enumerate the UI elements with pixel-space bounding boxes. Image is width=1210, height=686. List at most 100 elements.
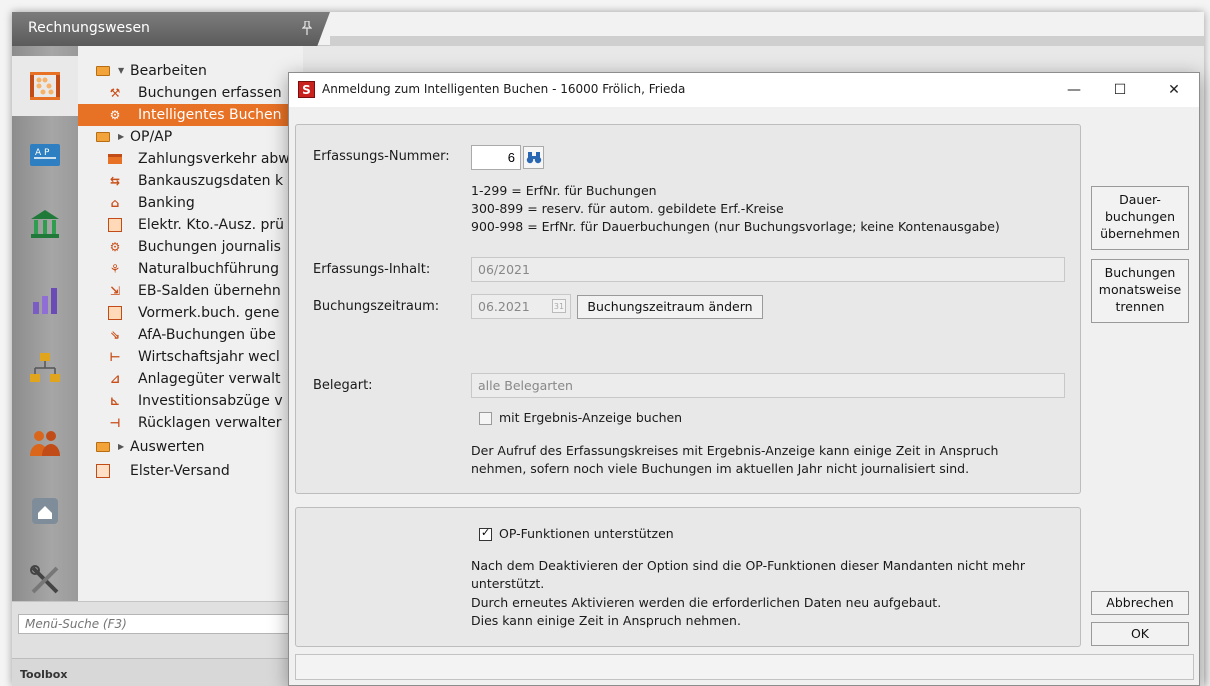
chevron-right-icon: ▶ <box>118 132 125 141</box>
monatsweise-line-2: monatsweise <box>1098 282 1182 297</box>
folder-icon <box>96 442 110 452</box>
belegart-label: Belegart: <box>313 378 373 393</box>
booking-icon: ⚒ <box>109 86 121 100</box>
rail-accounting-button[interactable] <box>12 56 78 116</box>
erfassungs-nummer-label: Erfassungs-Nummer: <box>313 149 450 164</box>
tree-item-banking[interactable]: ⌂ Banking <box>78 192 303 214</box>
home-drive-icon <box>32 498 58 524</box>
monatsweise-trennen-button[interactable]: Buchungen monatsweise trennen <box>1091 259 1189 323</box>
app-logo-icon: S <box>298 81 315 98</box>
tree-folder-auswerten[interactable]: ▶ Auswerten <box>78 436 303 458</box>
tree-item-buchungen-journalisieren[interactable]: ⚙ Buchungen journalis <box>78 236 303 258</box>
tree-item-wirtschaftsjahr[interactable]: ⊢ Wirtschaftsjahr wecl <box>78 346 303 368</box>
cancel-button[interactable]: Abbrechen <box>1091 591 1189 615</box>
buchungszeitraum-value: 06.2021 <box>478 299 530 314</box>
rail-org-button[interactable] <box>12 338 78 398</box>
depreciation-icon: ⇘ <box>109 328 121 342</box>
tree-item-eb-salden[interactable]: ⇲ EB-Salden übernehn <box>78 280 303 302</box>
reserves-icon: ⊣ <box>109 416 121 430</box>
rail-statistics-button[interactable] <box>12 270 78 330</box>
chevron-right-icon: ▶ <box>118 442 125 451</box>
binoculars-icon <box>526 151 541 163</box>
op-hint-line-3: Durch erneutes Aktivieren werden die erf… <box>471 595 942 610</box>
change-period-button[interactable]: Buchungszeitraum ändern <box>577 295 763 319</box>
calendar-icon[interactable]: 31 <box>552 299 566 313</box>
fiscal-year-icon: ⊢ <box>109 350 121 364</box>
erfassungs-inhalt-field[interactable]: 06/2021 <box>471 257 1065 282</box>
tree-folder-op-ap[interactable]: ▶ OP/AP <box>78 126 303 148</box>
menu-search-input[interactable] <box>18 614 298 634</box>
tree-item-naturalbuchfuehrung[interactable]: ⚘ Naturalbuchführung <box>78 258 303 280</box>
investment-icon: ⊾ <box>109 394 121 408</box>
buchungszeitraum-field[interactable]: 06.2021 31 <box>471 294 571 319</box>
op-hint-line-2: unterstützt. <box>471 576 545 591</box>
dauerbuchungen-line-2: buchungen <box>1104 209 1176 224</box>
tree-item-vormerk-buch[interactable]: Vormerk.buch. gene <box>78 302 303 324</box>
pin-icon[interactable] <box>301 20 313 35</box>
rail-people-button[interactable] <box>12 412 78 472</box>
natural-booking-icon: ⚘ <box>109 262 121 276</box>
help-line-3: 900-998 = ErfNr. für Dauerbuchungen (nur… <box>471 219 1000 234</box>
dialog-titlebar: S Anmeldung zum Intelligenten Buchen - 1… <box>289 73 1199 107</box>
smart-booking-icon: ⚙ <box>109 108 121 122</box>
assets-icon: ⊿ <box>109 372 121 386</box>
tree-item-anlagegueter[interactable]: ⊿ Anlagegüter verwalt <box>78 368 303 390</box>
close-button[interactable]: ✕ <box>1151 73 1197 107</box>
ergebnis-hint-line-2: nehmen, sofern noch viele Buchungen im a… <box>471 461 970 476</box>
folder-icon <box>96 132 110 142</box>
op-hint-line-1: Nach dem Deaktivieren der Option sind di… <box>471 558 1025 573</box>
tree-item-investitionsabzuege[interactable]: ⊾ Investitionsabzüge v <box>78 390 303 412</box>
login-dialog: S Anmeldung zum Intelligenten Buchen - 1… <box>288 72 1200 686</box>
folder-open-icon <box>96 66 110 76</box>
tree-item-bankauszugsdaten[interactable]: ⇆ Bankauszugsdaten k <box>78 170 303 192</box>
bank-icon <box>31 210 59 238</box>
tree-item-buchungen-erfassen[interactable]: ⚒ Buchungen erfassen <box>78 82 303 104</box>
dialog-statusbar <box>295 654 1194 680</box>
tree-item-elektr-kto-ausz[interactable]: Elektr. Kto.-Ausz. prü <box>78 214 303 236</box>
monatsweise-line-1: Buchungen <box>1104 265 1176 280</box>
toolbox-rail: A P <box>12 46 78 601</box>
document-icon <box>108 306 122 320</box>
journal-icon: ⚙ <box>109 240 121 254</box>
search-number-button[interactable] <box>523 146 544 169</box>
org-chart-icon <box>30 353 60 382</box>
ergebnis-hint-line-1: Der Aufruf des Erfassungskreises mit Erg… <box>471 443 999 458</box>
tree-item-afa-buchungen[interactable]: ⇘ AfA-Buchungen übe <box>78 324 303 346</box>
accounting-abacus-icon <box>30 72 60 100</box>
banking-icon: ⌂ <box>110 196 120 210</box>
chevron-down-icon: ▼ <box>118 66 125 75</box>
belegart-field[interactable]: alle Belegarten <box>471 373 1065 398</box>
ergebnis-anzeige-checkbox[interactable] <box>479 412 492 425</box>
dauerbuchungen-line-1: Dauer- <box>1119 192 1161 207</box>
rail-home-button[interactable] <box>12 480 78 540</box>
ergebnis-anzeige-label: mit Ergebnis-Anzeige buchen <box>499 410 683 425</box>
dialog-title: Anmeldung zum Intelligenten Buchen - 160… <box>322 82 686 96</box>
elster-icon <box>96 464 110 478</box>
buchungszeitraum-label: Buchungszeitraum: <box>313 299 440 314</box>
ok-button[interactable]: OK <box>1091 622 1189 646</box>
bank-statement-icon: ⇆ <box>109 174 121 188</box>
rail-op-ap-button[interactable]: A P <box>12 126 78 186</box>
maximize-button[interactable]: ☐ <box>1097 73 1143 107</box>
rail-bank-button[interactable] <box>12 194 78 254</box>
op-ap-icon: A P <box>30 144 60 166</box>
toolbox-label: Toolbox <box>12 658 303 686</box>
tree-item-ruecklagen[interactable]: ⊣ Rücklagen verwalter <box>78 412 303 434</box>
erfassungs-inhalt-label: Erfassungs-Inhalt: <box>313 262 431 277</box>
erfassungs-nummer-input[interactable] <box>471 145 521 170</box>
op-functions-label: OP-Funktionen unterstützen <box>499 526 674 541</box>
tree-item-elster-versand[interactable]: Elster-Versand <box>78 460 303 482</box>
tree-folder-bearbeiten[interactable]: ▼ Bearbeiten <box>78 60 303 82</box>
dauerbuchungen-button[interactable]: Dauer- buchungen übernehmen <box>1091 186 1189 250</box>
tools-icon <box>30 565 59 594</box>
main-titlebar: Rechnungswesen <box>12 12 1204 46</box>
balance-transfer-icon: ⇲ <box>109 284 121 298</box>
tree-item-intelligentes-buchen[interactable]: ⚙ Intelligentes Buchen <box>78 104 303 126</box>
tree-item-zahlungsverkehr[interactable]: Zahlungsverkehr abw <box>78 148 303 170</box>
statistics-icon <box>33 288 57 314</box>
op-functions-checkbox[interactable] <box>479 526 492 541</box>
menu-tree: ▼ Bearbeiten ⚒ Buchungen erfassen ⚙ Inte… <box>78 46 303 601</box>
monatsweise-line-3: trennen <box>1115 299 1165 314</box>
document-icon <box>108 218 122 232</box>
minimize-button[interactable]: — <box>1051 73 1097 107</box>
